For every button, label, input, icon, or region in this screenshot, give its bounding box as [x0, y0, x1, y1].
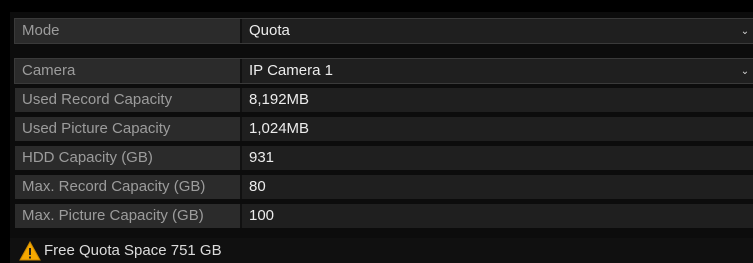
- used-picture-capacity-value: 1,024MB: [242, 117, 753, 141]
- quota-status-bar: Free Quota Space 751 GB: [10, 238, 753, 263]
- hdd-capacity-label: HDD Capacity (GB): [15, 146, 242, 170]
- hdd-capacity-row: HDD Capacity (GB) 931: [15, 146, 753, 170]
- chevron-down-icon[interactable]: ⌄: [739, 59, 751, 83]
- max-record-capacity-input[interactable]: 80: [242, 175, 753, 199]
- camera-select[interactable]: IP Camera 1 ⌄: [242, 59, 753, 83]
- storage-quota-panel: Mode Quota ⌄ Camera IP Camera 1 ⌄ Used R…: [10, 12, 753, 263]
- camera-row: Camera IP Camera 1 ⌄: [14, 58, 753, 84]
- mode-label: Mode: [15, 19, 242, 43]
- max-picture-capacity-label: Max. Picture Capacity (GB): [15, 204, 242, 228]
- mode-row: Mode Quota ⌄: [14, 18, 753, 44]
- used-picture-capacity-label: Used Picture Capacity: [15, 117, 242, 141]
- mode-select[interactable]: Quota ⌄: [242, 19, 753, 43]
- used-record-capacity-row: Used Record Capacity 8,192MB: [15, 88, 753, 112]
- mode-select-value: Quota: [249, 22, 290, 39]
- used-record-capacity-label: Used Record Capacity: [15, 88, 242, 112]
- used-record-capacity-value: 8,192MB: [242, 88, 753, 112]
- camera-select-value: IP Camera 1: [249, 62, 333, 79]
- chevron-down-icon[interactable]: ⌄: [739, 19, 751, 43]
- hdd-capacity-value: 931: [242, 146, 753, 170]
- warning-icon: [19, 240, 41, 260]
- used-picture-capacity-row: Used Picture Capacity 1,024MB: [15, 117, 753, 141]
- max-picture-capacity-row: Max. Picture Capacity (GB) 100: [15, 204, 753, 228]
- free-quota-text: Free Quota Space 751 GB: [44, 242, 222, 259]
- max-record-capacity-label: Max. Record Capacity (GB): [15, 175, 242, 199]
- max-record-capacity-row: Max. Record Capacity (GB) 80: [15, 175, 753, 199]
- max-picture-capacity-input[interactable]: 100: [242, 204, 753, 228]
- camera-label: Camera: [15, 59, 242, 83]
